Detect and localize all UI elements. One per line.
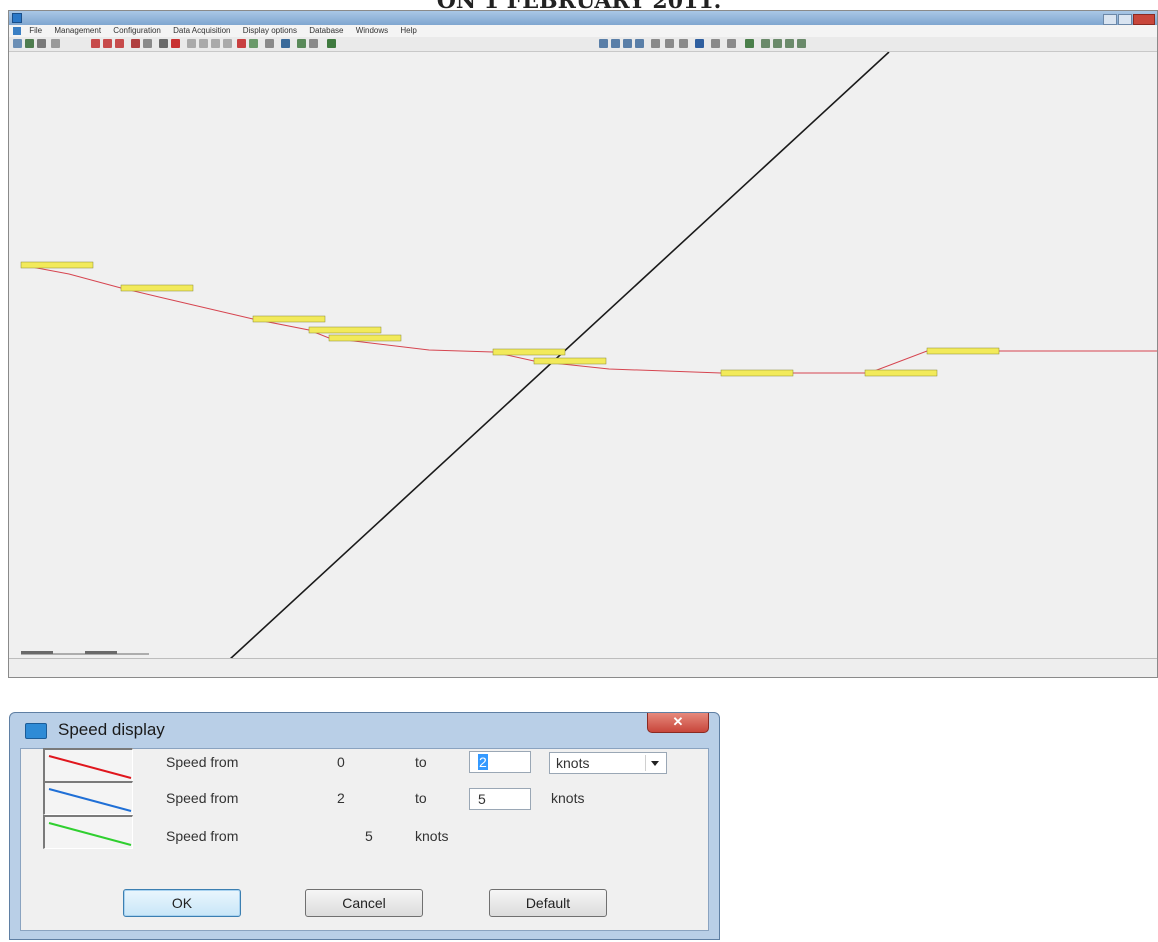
position-marker[interactable] <box>308 326 382 334</box>
app-titlebar[interactable] <box>9 11 1157 25</box>
tool2-icon[interactable] <box>187 39 196 48</box>
ok-button[interactable]: OK <box>123 889 241 917</box>
export-icon[interactable] <box>327 39 336 48</box>
filter-icon[interactable] <box>711 39 720 48</box>
flag-icon[interactable] <box>237 39 246 48</box>
zoom-fit-icon[interactable] <box>623 39 632 48</box>
menu-help[interactable]: Help <box>400 26 416 35</box>
speed-display-dialog: Speed display ✕ Speed from 0 to 2 knots … <box>9 712 720 940</box>
speed-to-input-1[interactable]: 2 <box>469 751 531 773</box>
vessel-track <box>20 264 1157 374</box>
print-map-icon[interactable] <box>785 39 794 48</box>
scale-bar <box>21 651 149 655</box>
status-bar <box>9 658 1157 677</box>
minimize-button[interactable] <box>1103 14 1117 25</box>
position-marker[interactable] <box>492 348 566 356</box>
menu-bar: File Management Configuration Data Acqui… <box>9 25 1157 37</box>
tool5-icon[interactable] <box>223 39 232 48</box>
menu-database[interactable]: Database <box>309 26 343 35</box>
speed-to-input-2[interactable]: 5 <box>469 788 531 810</box>
map-icon[interactable] <box>761 39 770 48</box>
default-button[interactable]: Default <box>489 889 607 917</box>
unit-select-value: knots <box>556 755 590 771</box>
grid-icon[interactable] <box>281 39 290 48</box>
speed-from-label-2: Speed from <box>166 790 239 806</box>
position-marker[interactable] <box>120 284 194 292</box>
menu-windows[interactable]: Windows <box>356 26 388 35</box>
menu-file[interactable]: File <box>29 26 42 35</box>
unit-label-3: knots <box>415 828 449 844</box>
dialog-body: Speed from 0 to 2 knots Speed from 2 to … <box>20 748 709 931</box>
cancel-button[interactable]: Cancel <box>305 889 423 917</box>
tool7-icon[interactable] <box>309 39 318 48</box>
speed-color-swatch-3[interactable] <box>43 815 133 849</box>
tool-icon[interactable] <box>143 39 152 48</box>
menu-configuration[interactable]: Configuration <box>113 26 161 35</box>
map-canvas[interactable] <box>9 52 1157 660</box>
dialog-titlebar[interactable]: Speed display ✕ <box>10 713 719 747</box>
menu-data-acquisition[interactable]: Data Acquisition <box>173 26 230 35</box>
tool4-icon[interactable] <box>211 39 220 48</box>
print-icon[interactable] <box>51 39 60 48</box>
stop-icon[interactable] <box>131 39 140 48</box>
tool3-icon[interactable] <box>199 39 208 48</box>
menu-display-options[interactable]: Display options <box>243 26 297 35</box>
position-marker[interactable] <box>926 347 1000 355</box>
position-marker[interactable] <box>328 334 402 342</box>
new-icon[interactable] <box>13 39 22 48</box>
check-icon[interactable] <box>745 39 754 48</box>
speed-from-value-1: 0 <box>337 754 345 770</box>
unit-select[interactable]: knots <box>549 752 667 774</box>
app-icon <box>25 723 47 739</box>
track-map <box>20 52 1157 660</box>
speed-from-value-3: 5 <box>365 828 373 844</box>
speed-color-swatch-1[interactable] <box>43 748 133 782</box>
close-button[interactable] <box>1133 14 1155 25</box>
speed-color-swatch-2[interactable] <box>43 781 133 815</box>
chart-icon[interactable] <box>297 39 306 48</box>
toolbar <box>9 37 1157 52</box>
to-label-2: to <box>415 790 427 806</box>
speed-from-value-2: 2 <box>337 790 345 806</box>
open-icon[interactable] <box>25 39 34 48</box>
layer-icon[interactable] <box>249 39 258 48</box>
position-markers <box>20 261 1000 377</box>
to-label-1: to <box>415 754 427 770</box>
position-marker[interactable] <box>533 357 607 365</box>
record-icon[interactable] <box>91 39 100 48</box>
pan-icon[interactable] <box>651 39 660 48</box>
zoom-in-icon[interactable] <box>599 39 608 48</box>
route-icon[interactable] <box>115 39 124 48</box>
globe-icon[interactable] <box>797 39 806 48</box>
track-icon[interactable] <box>103 39 112 48</box>
speed-from-label-1: Speed from <box>166 754 239 770</box>
position-marker[interactable] <box>720 369 794 377</box>
reference-line <box>228 52 890 660</box>
document-icon <box>13 27 21 35</box>
refresh-icon[interactable] <box>665 39 674 48</box>
close-button[interactable]: ✕ <box>647 713 709 733</box>
zoom-area-icon[interactable] <box>635 39 644 48</box>
chevron-down-icon[interactable] <box>645 755 664 771</box>
measure-icon[interactable] <box>679 39 688 48</box>
layers-icon[interactable] <box>773 39 782 48</box>
app-icon <box>12 13 22 23</box>
maximize-button[interactable] <box>1118 14 1132 25</box>
speed-from-label-3: Speed from <box>166 828 239 844</box>
tool6-icon[interactable] <box>265 39 274 48</box>
dialog-title: Speed display <box>58 720 165 739</box>
zoom-out-icon[interactable] <box>611 39 620 48</box>
position-marker[interactable] <box>20 261 94 269</box>
position-marker[interactable] <box>864 369 938 377</box>
settings-icon[interactable] <box>727 39 736 48</box>
pointer-icon[interactable] <box>159 39 168 48</box>
selected-text: 2 <box>478 754 488 770</box>
position-marker[interactable] <box>252 315 326 323</box>
info-icon[interactable] <box>695 39 704 48</box>
unit-label-2: knots <box>551 790 585 806</box>
menu-management[interactable]: Management <box>54 26 101 35</box>
application-window: File Management Configuration Data Acqui… <box>8 10 1158 678</box>
save-icon[interactable] <box>37 39 46 48</box>
target-icon[interactable] <box>171 39 180 48</box>
